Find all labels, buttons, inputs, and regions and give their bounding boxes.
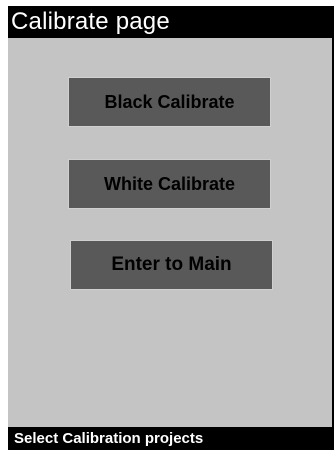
status-bar: Select Calibration projects — [8, 427, 334, 450]
enter-to-main-button[interactable]: Enter to Main — [70, 240, 273, 290]
black-calibrate-button[interactable]: Black Calibrate — [68, 77, 271, 127]
white-calibrate-button[interactable]: White Calibrate — [68, 159, 271, 209]
calibrate-screen: Calibrate page Black Calibrate White Cal… — [8, 6, 334, 450]
page-title: Calibrate page — [8, 6, 334, 38]
